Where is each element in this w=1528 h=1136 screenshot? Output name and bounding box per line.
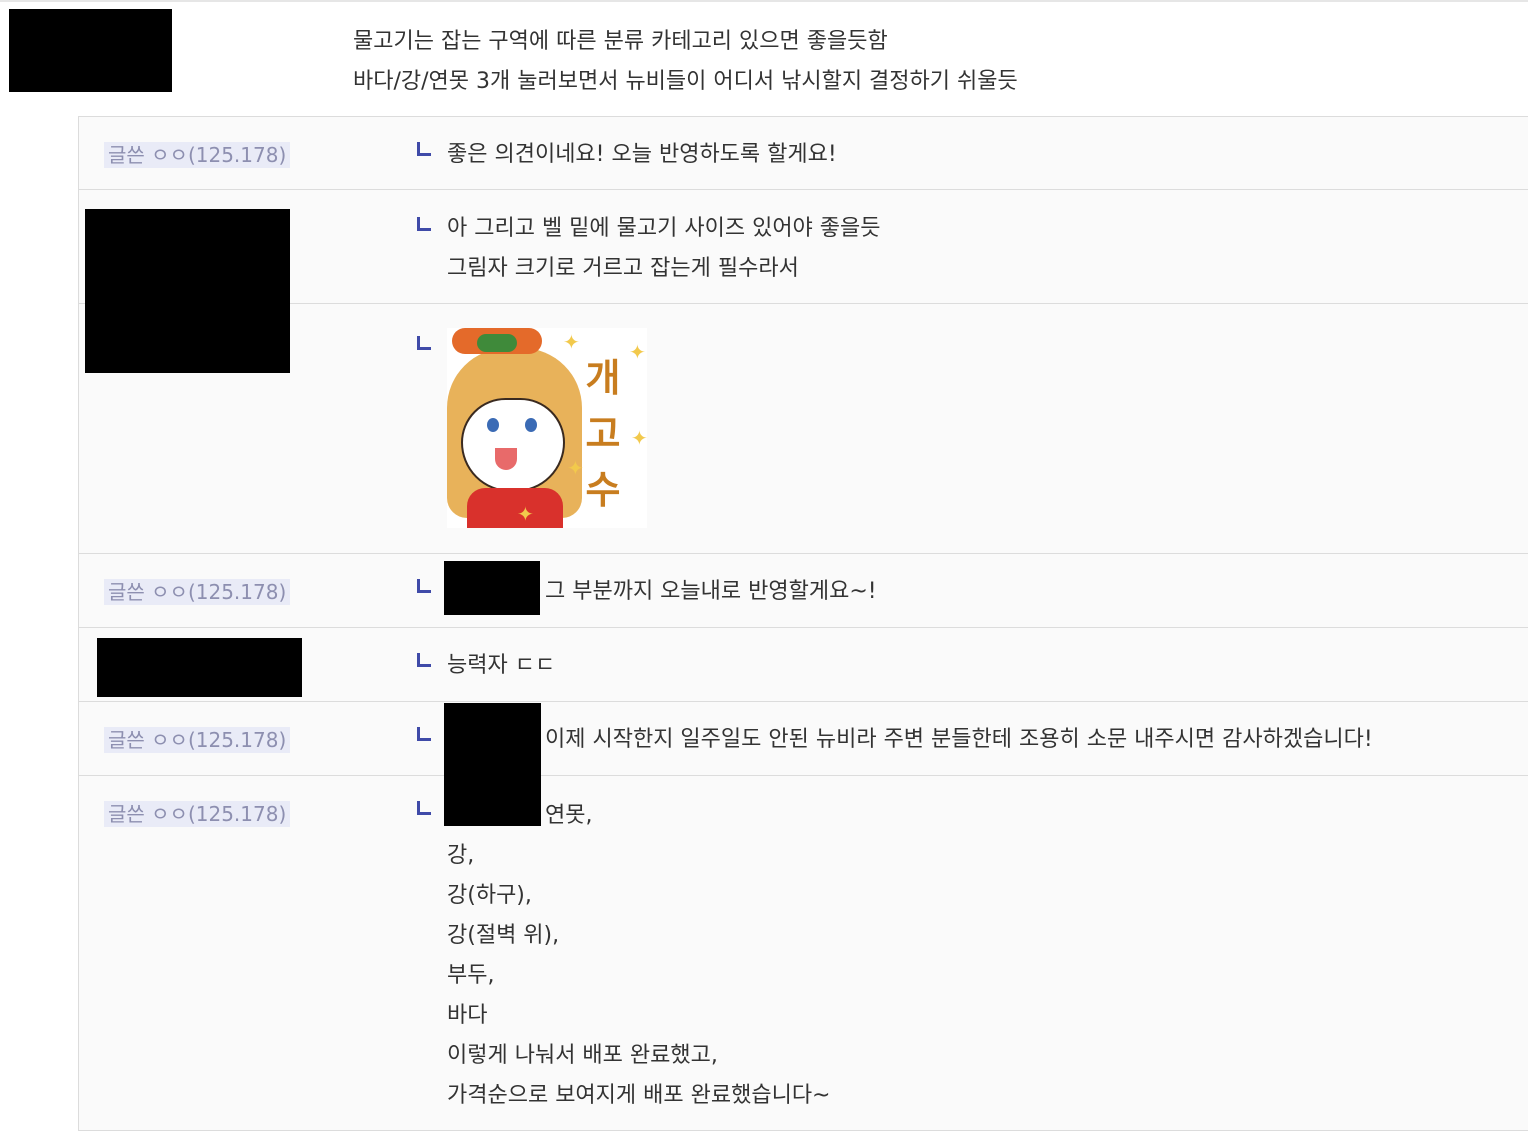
reply-item: 글쓴 ㅇㅇ(125.178) 이제 시작한지 일주일도 안된 뉴비라 주변 분들… [79,701,1528,776]
redacted-author [85,209,290,373]
reply-text-line: 강(하구), [447,883,532,908]
reply-text-line: 아 그리고 벨 밑에 물고기 사이즈 있어야 좋을듯 [447,216,881,241]
reply-list: 글쓴 ㅇㅇ(125.178) 좋은 의견이네요! 오늘 반영하도록 할게요! 아… [78,116,1528,1131]
redacted-author [97,638,302,697]
author-badge[interactable]: 글쓴 ㅇㅇ(125.178) [104,801,291,827]
sticker-image[interactable]: ✦ ✦ ✦ ✦ ✦ 개고수 [447,328,647,528]
reply-text-line: 연못, [545,803,593,828]
reply-arrow-icon [417,142,431,156]
reply-text-line: 바다 [447,1003,488,1028]
reply-item: 글쓴 ㅇㅇ(125.178) 그 부분까지 오늘내로 반영할게요~! [79,553,1528,628]
redacted-mention [444,703,541,826]
reply-arrow-icon [417,653,431,667]
comment-text-line: 물고기는 잡는 구역에 따른 분류 카테고리 있으면 좋을듯함 [353,29,888,54]
redacted-mention [444,561,540,615]
author-badge[interactable]: 글쓴 ㅇㅇ(125.178) [104,142,291,168]
reply-text-line: 좋은 의견이네요! 오늘 반영하도록 할게요! [447,142,837,167]
reply-text-line: 그림자 크기로 거르고 잡는게 필수라서 [447,256,799,281]
author-badge[interactable]: 글쓴 ㅇㅇ(125.178) [104,579,291,605]
comment-text-line: 바다/강/연못 3개 눌러보면서 뉴비들이 어디서 낚시할지 결정하기 쉬울듯 [353,69,1018,94]
reply-text-line: 강(절벽 위), [447,923,560,948]
reply-text-line: 그 부분까지 오늘내로 반영할게요~! [545,579,877,604]
reply-text-line: 이제 시작한지 일주일도 안된 뉴비라 주변 분들한테 조용히 소문 내주시면 … [545,727,1373,752]
reply-text-line: 이렇게 나눠서 배포 완료했고, [447,1043,718,1068]
reply-text-line: 부두, [447,963,495,988]
reply-item: 아 그리고 벨 밑에 물고기 사이즈 있어야 좋을듯 그림자 크기로 거르고 잡… [79,189,1528,304]
author-badge[interactable]: 글쓴 ㅇㅇ(125.178) [104,727,291,753]
reply-text-line: 강, [447,843,475,868]
reply-arrow-icon [417,801,431,815]
reply-item: 글쓴 ㅇㅇ(125.178) 연못, 강, 강(하구), 강(절벽 위), 부두… [79,775,1528,1131]
reply-text-line: 능력자 ㄷㄷ [447,653,556,678]
comment: 물고기는 잡는 구역에 따른 분류 카테고리 있으면 좋을듯함 바다/강/연못 … [0,2,1528,116]
reply-item: 글쓴 ㅇㅇ(125.178) 좋은 의견이네요! 오늘 반영하도록 할게요! [79,116,1528,190]
reply-arrow-icon [417,727,431,741]
reply-arrow-icon [417,217,431,231]
reply-arrow-icon [417,579,431,593]
reply-item: ✦ ✦ ✦ ✦ ✦ 개고수 [79,303,1528,554]
sticker-caption: 개고수 [585,356,621,512]
reply-text-line: 가격순으로 보여지게 배포 완료했습니다~ [447,1083,831,1108]
redacted-author [9,9,172,92]
reply-arrow-icon [417,336,431,350]
